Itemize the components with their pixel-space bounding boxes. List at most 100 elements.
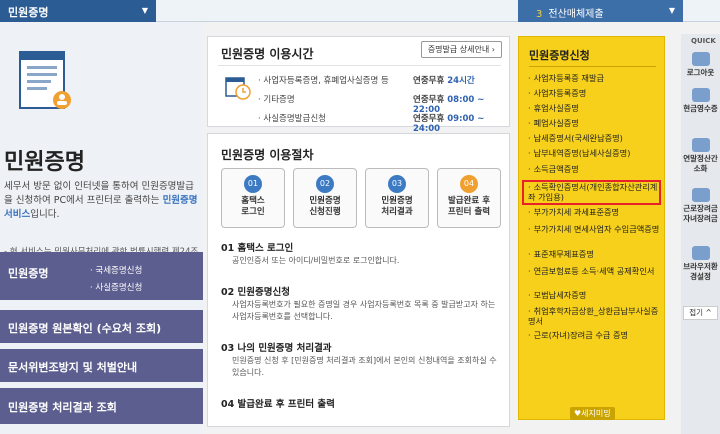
hours-time-label: 연중무휴 xyxy=(413,114,448,124)
step-number: 04 xyxy=(460,175,478,193)
quick-label: 로그아웃 xyxy=(686,68,715,77)
step-number: 01 xyxy=(244,175,262,193)
step-label-1: 민원증명 xyxy=(381,196,413,206)
menu-selector-label: 민원증명 xyxy=(8,6,49,19)
divider xyxy=(218,65,501,66)
submenu-label: 전산매체제출 xyxy=(548,9,604,20)
step-print: 04 발급완료 후 프린터 출력 xyxy=(437,168,501,228)
step-label-2: 로그인 xyxy=(241,207,265,217)
certificate-apply-panel: 민원증명신청 사업자등록증 재발급 사업자등록증명 휴업사실증명 폐업사실증명 … xyxy=(518,36,665,420)
procedure-title: 민원증명 이용절차 xyxy=(221,148,314,162)
quick-logout[interactable]: 로그아웃 xyxy=(683,52,718,78)
apply-link[interactable]: 사업자등록증 재발급 xyxy=(528,73,660,83)
hours-time-label: 연중무휴 xyxy=(413,76,448,86)
apply-link[interactable]: 납세증명서(국세완납증명) xyxy=(528,133,660,143)
hours-row: · 기타증명 xyxy=(258,95,295,105)
heart-icon xyxy=(691,188,710,202)
submenu-label: 사실증명신청 xyxy=(95,283,143,293)
quick-menu-header: QUICK xyxy=(691,37,716,45)
detail-guide-button[interactable]: 증명발급 상세안내 › xyxy=(420,41,502,58)
apply-link[interactable]: 휴업사실증명 xyxy=(528,103,660,113)
dropdown-triangle-icon: ▼ xyxy=(668,6,675,15)
hours-row-name: 사업자등록증명, 휴폐업사실증명 등 xyxy=(263,76,389,86)
apply-link[interactable]: 취업후학자금상환_상환금납부사실증명서 xyxy=(528,306,660,326)
calculator-icon xyxy=(691,138,710,152)
service-hours-box: 민원증명 이용시간 증명발급 상세안내 › · 사업자등록증명, 휴폐업사실증명… xyxy=(207,36,510,134)
quick-cash-receipt[interactable]: 현금영수증 xyxy=(683,88,718,114)
hours-row-name: 사실증명발급신청 xyxy=(263,114,326,124)
menu-forgery-prevention[interactable]: 문서위변조방지 및 처벌안내 xyxy=(0,349,203,382)
certificate-document-icon xyxy=(19,51,71,109)
procedure-box: 민원증명 이용절차 01 홈택스 로그인 02 민원증명 신청진행 03 민원증명 처리결과… xyxy=(207,133,510,427)
apply-link[interactable]: 연금보험료등 소득·세액 공제확인서 xyxy=(528,266,660,276)
step-label-1: 민원증명 xyxy=(309,196,341,206)
apply-link[interactable]: 부가가치세 과세표준증명 xyxy=(528,207,660,217)
menu-label: 문서위변조방지 및 처벌안내 xyxy=(8,361,138,374)
apply-link[interactable]: 모범납세자증명 xyxy=(528,290,660,300)
quick-browser-settings[interactable]: 브라우저환경설정 xyxy=(683,246,718,282)
divider xyxy=(529,66,656,67)
hours-row-name: 기타증명 xyxy=(263,95,295,105)
submenu-selector[interactable]: 3 전산매체제출 ▼ xyxy=(518,0,683,22)
receipt-icon xyxy=(691,88,710,102)
description-end: 입니다. xyxy=(30,209,60,220)
procedure-step-heading: 04 발급완료 후 프린터 출력 xyxy=(221,399,335,410)
quick-work-incentive[interactable]: 근로장려금자녀장려금 xyxy=(683,188,718,224)
step-label-1: 홈택스 xyxy=(241,196,265,206)
procedure-step-desc: 민원증명 신청 후 [민원증명 처리결과 조회]에서 본인의 신청내역을 조회하… xyxy=(232,356,497,377)
procedure-step-heading: 01 홈택스 로그인 xyxy=(221,243,294,254)
detail-guide-label: 증명발급 상세안내 xyxy=(427,45,490,54)
apply-link[interactable]: 폐업사실증명 xyxy=(528,118,660,128)
menu-selector[interactable]: 민원증명 ▼ xyxy=(0,0,156,22)
top-navigation-bar: 민원증명 ▼ 3 전산매체제출 ▼ xyxy=(0,0,720,22)
step-result: 03 민원증명 처리결과 xyxy=(365,168,429,228)
step-number: 03 xyxy=(388,175,406,193)
submenu-national-tax[interactable]: · 국세증명신청 xyxy=(90,264,142,276)
procedure-step-desc: 사업자등록번호가 필요한 증명일 경우 사업자등록번호 목록 중 발급받고자 하… xyxy=(232,300,496,321)
quick-year-end[interactable]: 연말정산간소화 xyxy=(683,138,718,174)
apply-link[interactable]: 납부내역증명(납세사실증명) xyxy=(528,148,660,158)
apply-link[interactable]: 사업자등록증명 xyxy=(528,88,660,98)
apply-link[interactable]: 부가가치세 면세사업자 수입금액증명 xyxy=(528,224,660,234)
submenu-number: 3 xyxy=(536,9,543,20)
menu-result-inquiry[interactable]: 민원증명 처리결과 조회 xyxy=(0,388,203,424)
hours-time-value: 24시간 xyxy=(447,76,475,86)
gear-icon xyxy=(691,246,710,260)
page-description: 세무서 방문 없이 인터넷을 통하여 민원증명발급을 신청하여 PC에서 프린터… xyxy=(4,180,202,222)
seal-badge: ♥세지미밍 xyxy=(570,407,615,420)
step-label-2: 신청진행 xyxy=(309,207,341,217)
hours-row: · 사실증명발급신청 xyxy=(258,114,326,124)
menu-original-check[interactable]: 민원증명 원본확인 (수요처 조회) xyxy=(0,310,203,343)
step-label-2: 처리결과 xyxy=(381,207,413,217)
procedure-step-desc: 공인인증서 또는 아이디/비밀번호로 로그인합니다. xyxy=(232,256,400,265)
quick-label: 브라우저환경설정 xyxy=(683,262,718,281)
apply-link[interactable]: 표준재무제표증명 xyxy=(528,249,660,259)
step-login: 01 홈택스 로그인 xyxy=(221,168,285,228)
hours-time-label: 연중무휴 xyxy=(413,95,448,105)
dropdown-triangle-icon: ▼ xyxy=(141,6,148,15)
apply-link[interactable]: 소득금액증명 xyxy=(528,164,660,174)
quick-menu: QUICK 로그아웃 현금영수증 연말정산간소화 근로장려금자녀장려금 브라우저… xyxy=(681,34,720,434)
quick-collapse-button[interactable]: 접기 ^ xyxy=(683,306,718,320)
procedure-step-heading: 03 나의 민원증명 처리결과 xyxy=(221,343,332,354)
step-label-1: 발급완료 후 xyxy=(447,196,491,206)
step-label-2: 프린터 출력 xyxy=(447,207,491,217)
hours-time: 연중무휴 24시간 xyxy=(413,74,475,86)
quick-label: 근로장려금자녀장려금 xyxy=(683,204,718,223)
quick-label: 연말정산간소화 xyxy=(683,154,718,173)
menu-civil-certificate[interactable]: 민원증명 · 국세증명신청 · 사실증명신청 xyxy=(0,252,203,300)
hours-time: 연중무휴 09:00 ~ 24:00 xyxy=(413,112,509,134)
apply-link[interactable]: 근로(자녀)장려금 수급 증명 xyxy=(528,330,660,340)
submenu-fact-certificate[interactable]: · 사실증명신청 xyxy=(90,281,142,293)
step-apply: 02 민원증명 신청진행 xyxy=(293,168,357,228)
menu-label: 민원증명 처리결과 조회 xyxy=(8,401,117,414)
seal-label: 세지미밍 xyxy=(581,409,611,418)
menu-label: 민원증명 xyxy=(8,267,49,280)
quick-label: 현금영수증 xyxy=(683,104,718,113)
highlight-box xyxy=(522,180,661,205)
step-number: 02 xyxy=(316,175,334,193)
logout-icon xyxy=(691,52,710,66)
apply-panel-title: 민원증명신청 xyxy=(529,49,590,62)
page-title: 민원증명 xyxy=(4,150,85,175)
hours-row: · 사업자등록증명, 휴폐업사실증명 등 xyxy=(258,76,389,86)
